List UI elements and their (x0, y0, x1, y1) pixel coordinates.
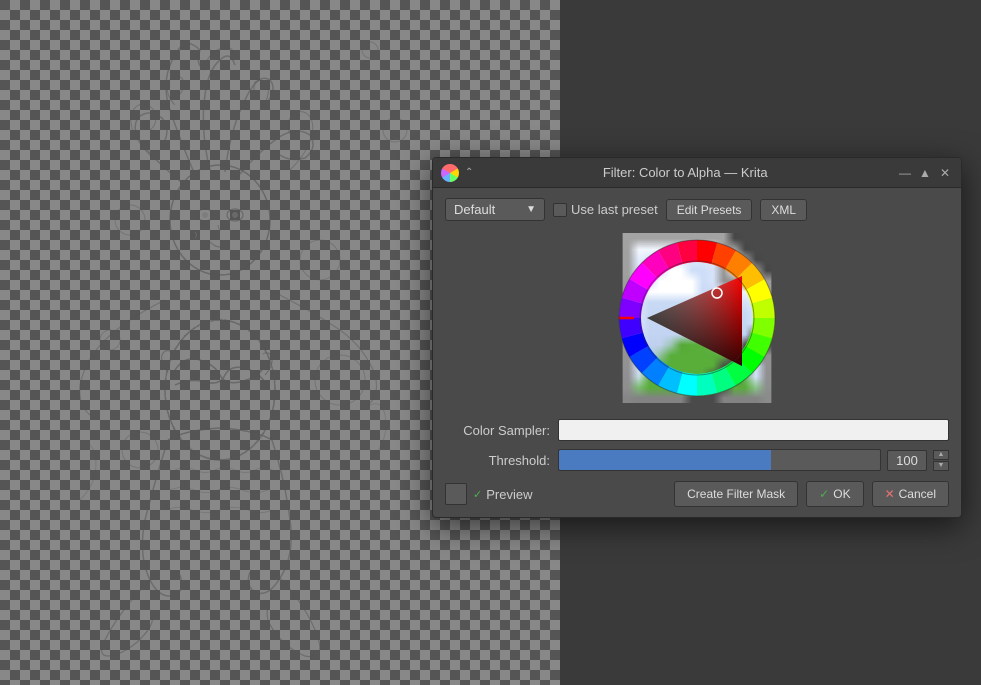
minimize-button[interactable]: — (897, 165, 913, 181)
spinner-down-button[interactable]: ▼ (933, 461, 949, 471)
ok-label: OK (833, 487, 850, 501)
threshold-value: 100 (887, 450, 927, 471)
maximize-button[interactable]: ▲ (917, 165, 933, 181)
use-last-preset-label: Use last preset (571, 202, 658, 217)
use-last-preset-box (553, 203, 567, 217)
close-button[interactable]: ✕ (937, 165, 953, 181)
create-filter-mask-button[interactable]: Create Filter Mask (674, 481, 798, 507)
threshold-container: 100 ▲ ▼ (558, 449, 949, 471)
threshold-row: Threshold: 100 ▲ ▼ (445, 449, 949, 471)
cancel-button[interactable]: ✕ Cancel (872, 481, 949, 507)
window-controls: — ▲ ✕ (897, 165, 953, 181)
dropdown-arrow-icon: ▼ (526, 204, 536, 215)
color-wheel[interactable] (612, 233, 782, 403)
preview-area: ✓ Preview (445, 483, 666, 505)
xml-button[interactable]: XML (760, 199, 807, 221)
preset-dropdown[interactable]: Default ▼ (445, 198, 545, 221)
title-bar-left: ⌃ (441, 164, 473, 182)
color-sampler-label: Color Sampler: (445, 423, 550, 438)
spinner-up-button[interactable]: ▲ (933, 450, 949, 460)
use-last-preset-checkbox[interactable]: Use last preset (553, 202, 658, 217)
chevron-up-icon[interactable]: ⌃ (465, 167, 473, 178)
check-icon: ✓ (473, 488, 482, 501)
color-sampler-row: Color Sampler: (445, 419, 949, 441)
toolbar-row: Default ▼ Use last preset Edit Presets X… (445, 198, 949, 221)
ok-button[interactable]: ✓ OK (806, 481, 863, 507)
preview-checkbox[interactable]: ✓ Preview (473, 487, 532, 502)
edit-presets-button[interactable]: Edit Presets (666, 199, 753, 221)
filter-dialog: ⌃ Filter: Color to Alpha — Krita — ▲ ✕ D… (432, 157, 962, 518)
threshold-track[interactable] (558, 449, 881, 471)
threshold-spinner: ▲ ▼ (933, 450, 949, 471)
action-row: ✓ Preview Create Filter Mask ✓ OK ✕ Canc… (445, 481, 949, 507)
threshold-label: Threshold: (445, 453, 550, 468)
create-filter-mask-label: Create Filter Mask (687, 487, 785, 501)
cancel-label: Cancel (899, 487, 936, 501)
ok-icon: ✓ (819, 487, 829, 501)
color-wheel-container (445, 233, 949, 403)
color-sampler-bar[interactable] (558, 419, 949, 441)
preview-thumbnail (445, 483, 467, 505)
threshold-fill (559, 450, 771, 470)
preset-label: Default (454, 202, 495, 217)
cancel-icon: ✕ (885, 487, 895, 501)
dialog-content: Default ▼ Use last preset Edit Presets X… (433, 188, 961, 517)
title-bar: ⌃ Filter: Color to Alpha — Krita — ▲ ✕ (433, 158, 961, 188)
dialog-title: Filter: Color to Alpha — Krita (473, 165, 897, 180)
color-wheel-svg (612, 233, 782, 403)
preview-label: Preview (486, 487, 532, 502)
krita-logo (441, 164, 459, 182)
